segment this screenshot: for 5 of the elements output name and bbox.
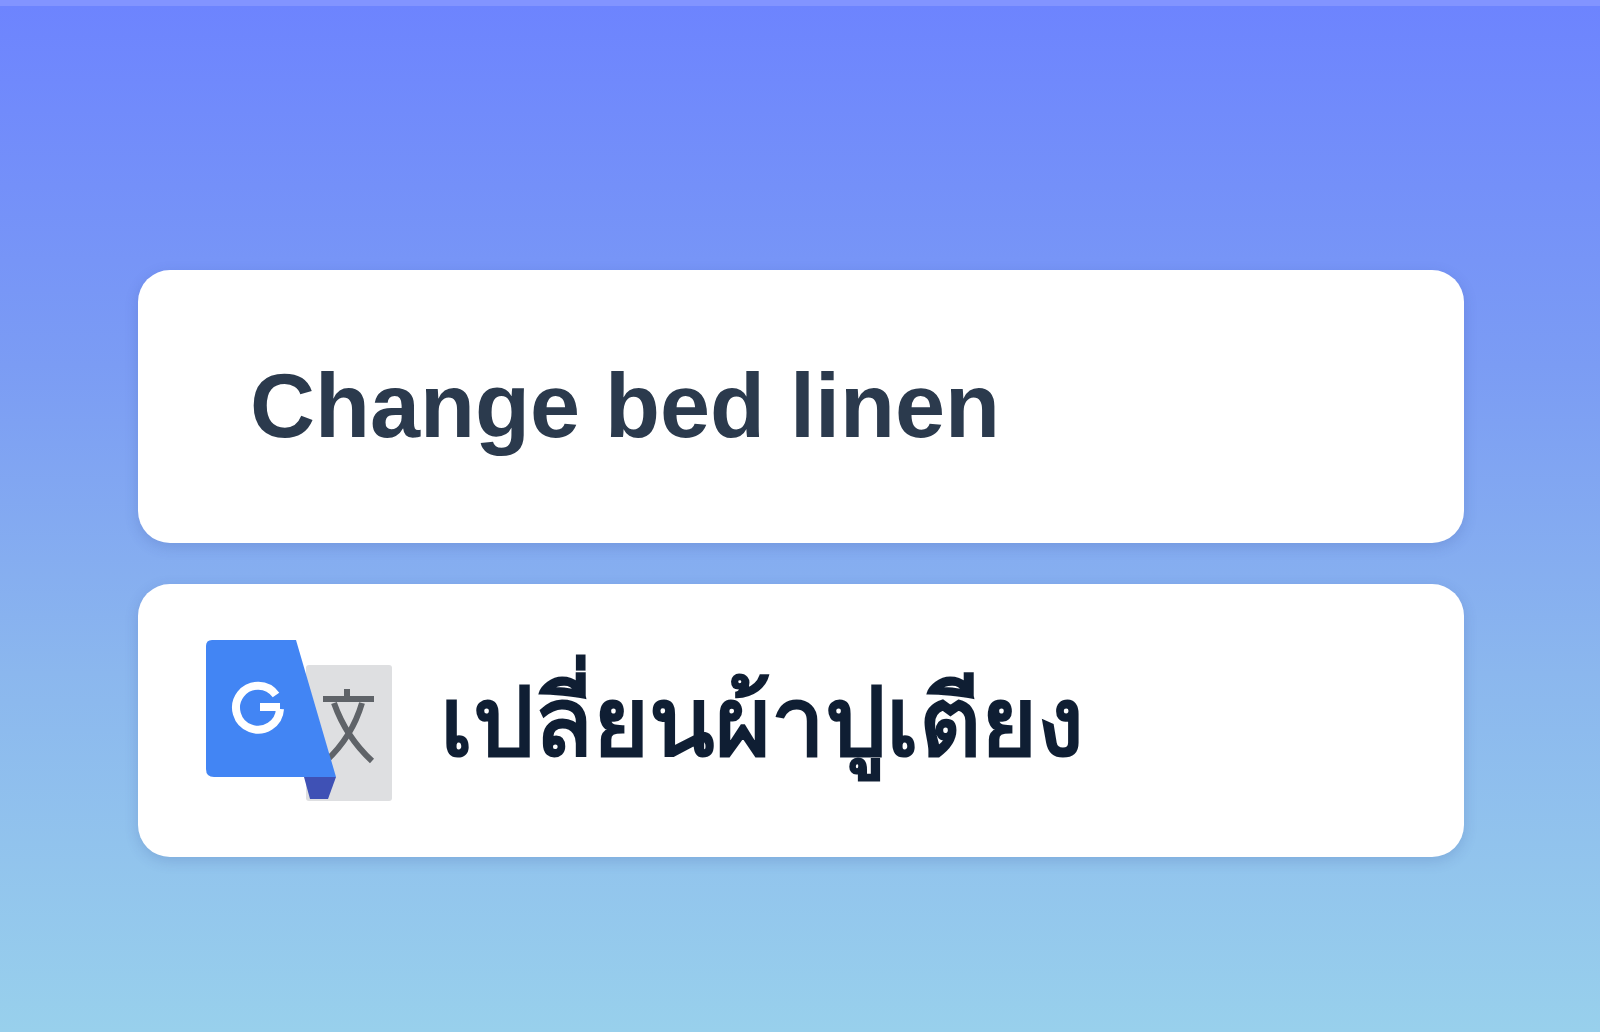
task-card[interactable]: Change bed linen (138, 270, 1464, 543)
task-title: Change bed linen (250, 355, 1001, 458)
translation-card[interactable]: เปลี่ยนผ้าปูเตียง (138, 584, 1464, 857)
translated-text: เปลี่ยนผ้าปูเตียง (440, 644, 1084, 797)
translate-icon (206, 638, 392, 803)
